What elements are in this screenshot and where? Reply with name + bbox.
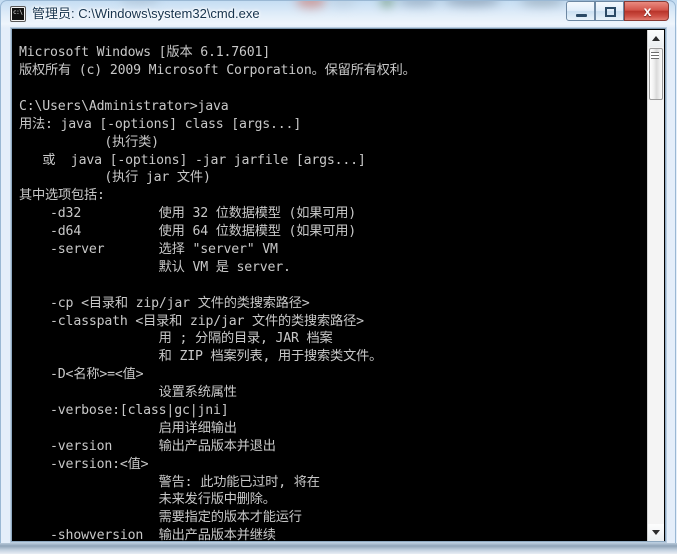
console-line: 其中选项包括: <box>19 188 105 204</box>
maximize-icon <box>605 7 616 17</box>
close-icon: x <box>643 3 652 19</box>
console-line: 或 java [-options] -jar jarfile [args...] <box>19 152 366 168</box>
console-line: 默认 VM 是 server. <box>19 259 291 275</box>
chevron-down-icon <box>652 530 660 535</box>
window-title: 管理员: C:\Windows\system32\cmd.exe <box>32 6 260 21</box>
console-line: -d32 使用 32 位数据模型 (如果可用) <box>19 206 357 222</box>
console-line: (执行类) <box>19 134 159 150</box>
console-line: 版权所有 (c) 2009 Microsoft Corporation。保留所有… <box>19 63 416 79</box>
cmd-console-icon-screen <box>12 8 24 20</box>
console-line: 未来发行版中删除。 <box>19 492 276 508</box>
maximize-button[interactable] <box>595 1 624 21</box>
console-line: Microsoft Windows [版本 6.1.7601] <box>19 45 271 61</box>
close-button[interactable]: x <box>624 1 669 21</box>
vertical-scrollbar[interactable] <box>647 30 664 541</box>
console-line: 用 ; 分隔的目录, JAR 档案 <box>19 331 333 347</box>
minimize-icon <box>576 14 587 17</box>
console-line: -classpath <目录和 zip/jar 文件的类搜索路径> <box>19 313 364 329</box>
console-screen[interactable]: Microsoft Windows [版本 6.1.7601] 版权所有 (c) … <box>12 29 648 541</box>
console-output-text: Microsoft Windows [版本 6.1.7601] 版权所有 (c) … <box>19 44 416 541</box>
console-line: -D<名称>=<值> <box>19 367 144 383</box>
console-line: -cp <目录和 zip/jar 文件的类搜索路径> <box>19 295 310 311</box>
console-line: -server 选择 "server" VM <box>19 241 278 257</box>
console-line: 启用详细输出 <box>19 420 237 436</box>
console-line: 用法: java [-options] class [args...] <box>19 116 302 132</box>
chevron-up-icon <box>652 36 660 41</box>
console-line: 警告: 此功能已过时, 将在 <box>19 474 320 490</box>
console-line: C:\Users\Administrator>java <box>19 98 229 114</box>
scrollbar-thumb-grip <box>651 52 659 59</box>
window-bottom-edge <box>0 543 677 554</box>
cmd-window: 管理员: C:\Windows\system32\cmd.exe x Micro… <box>0 0 677 554</box>
console-line: 需要指定的版本才能运行 <box>19 510 302 526</box>
console-line: -d64 使用 64 位数据模型 (如果可用) <box>19 224 357 240</box>
scrollbar-track[interactable] <box>648 47 664 524</box>
console-line: -verbose:[class|gc|jni] <box>19 403 229 418</box>
console-line: 和 ZIP 档案列表, 用于搜索类文件。 <box>19 349 383 365</box>
console-line: 设置系统属性 <box>19 385 237 401</box>
console-line: -showversion 输出产品版本并继续 <box>19 528 276 541</box>
console-line: (执行 jar 文件) <box>19 170 211 186</box>
console-line: -version:<值> <box>19 456 149 472</box>
console-client-area[interactable]: Microsoft Windows [版本 6.1.7601] 版权所有 (c) … <box>11 28 666 542</box>
console-line: -version 输出产品版本并退出 <box>19 438 276 454</box>
scroll-down-button[interactable] <box>648 524 664 541</box>
title-bar[interactable]: 管理员: C:\Windows\system32\cmd.exe x <box>0 0 677 28</box>
scroll-up-button[interactable] <box>648 30 664 47</box>
minimize-button[interactable] <box>566 1 595 21</box>
cmd-console-icon <box>10 6 26 22</box>
